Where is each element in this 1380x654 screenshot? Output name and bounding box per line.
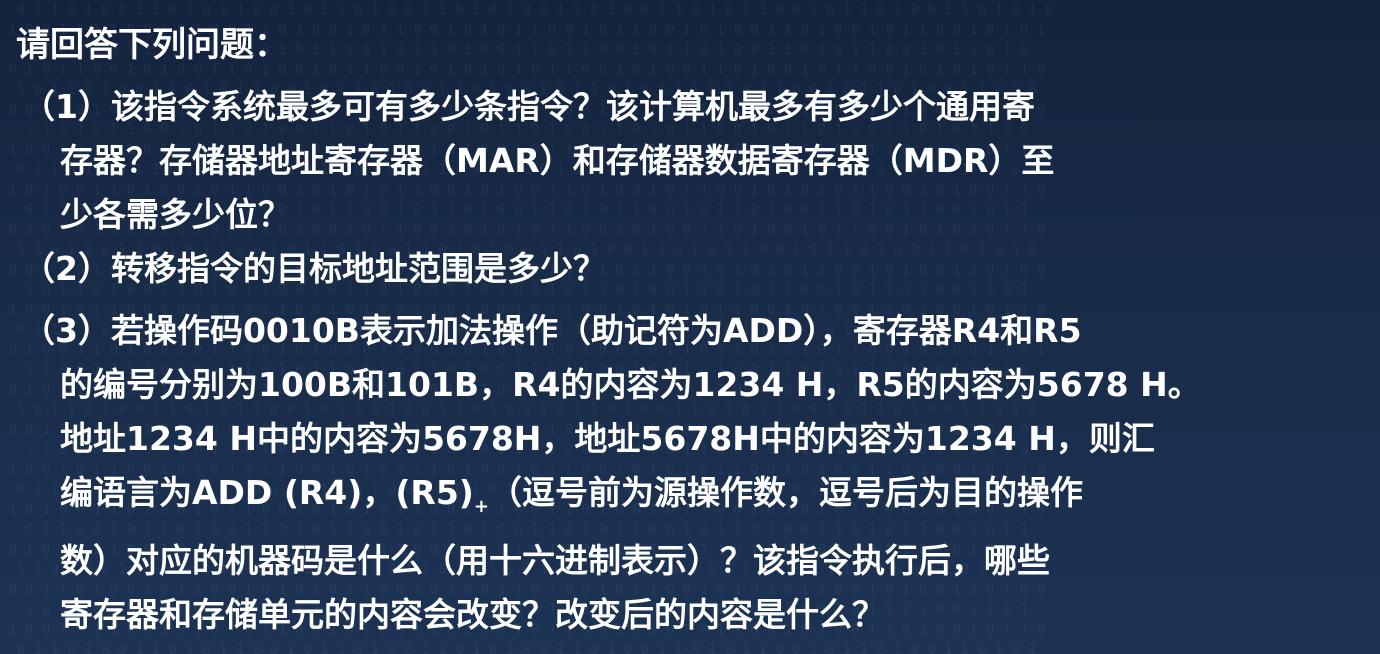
question-1-line-2: 存器？存储器地址寄存器（MAR）和存储器数据寄存器（MDR）至	[60, 141, 1055, 180]
slide-heading: 请回答下列问题：	[16, 25, 288, 65]
slide: 请回答下列问题： （1）该指令系统最多可有多少条指令？该计算机最多有多少个通用寄…	[0, 0, 1380, 654]
question-3-line-3: 地址1234 H中的内容为5678H，地址5678H中的内容为1234 H，则汇	[60, 419, 1155, 458]
question-3: （3）若操作码0010B表示加法操作（助记符为ADD），寄存器R4和R5 的编号…	[22, 304, 1372, 642]
postincrement-subscript: +	[473, 496, 489, 517]
question-3-line-4-post: （逗号前为源操作数，逗号后为目的操作	[488, 473, 1083, 512]
question-2: （2）转移指令的目标地址范围是多少？	[22, 242, 1372, 296]
question-3-line-5: 数）对应的机器码是什么（用十六进制表示）？该指令执行后，哪些	[60, 541, 1050, 580]
question-3-line-2: 的编号分别为100B和101B，R4的内容为1234 H，R5的内容为5678 …	[60, 365, 1201, 404]
question-1-line-3: 少各需多少位？	[60, 195, 291, 234]
question-3-line-4: 编语言为ADD (R4)，(R5)+（逗号前为源操作数，逗号后为目的操作	[22, 466, 1372, 534]
question-3-line-6: 寄存器和存储单元的内容会改变？改变后的内容是什么？	[60, 595, 885, 634]
question-1-line-1: （1）该指令系统最多可有多少条指令？该计算机最多有多少个通用寄	[22, 87, 1035, 126]
question-3-line-4-pre: 编语言为ADD (R4)，(R5)	[60, 473, 474, 512]
question-3-line-1: （3）若操作码0010B表示加法操作（助记符为ADD），寄存器R4和R5	[22, 311, 1082, 350]
question-2-line-1: （2）转移指令的目标地址范围是多少？	[22, 249, 606, 288]
question-1: （1）该指令系统最多可有多少条指令？该计算机最多有多少个通用寄 存器？存储器地址…	[22, 80, 1372, 242]
